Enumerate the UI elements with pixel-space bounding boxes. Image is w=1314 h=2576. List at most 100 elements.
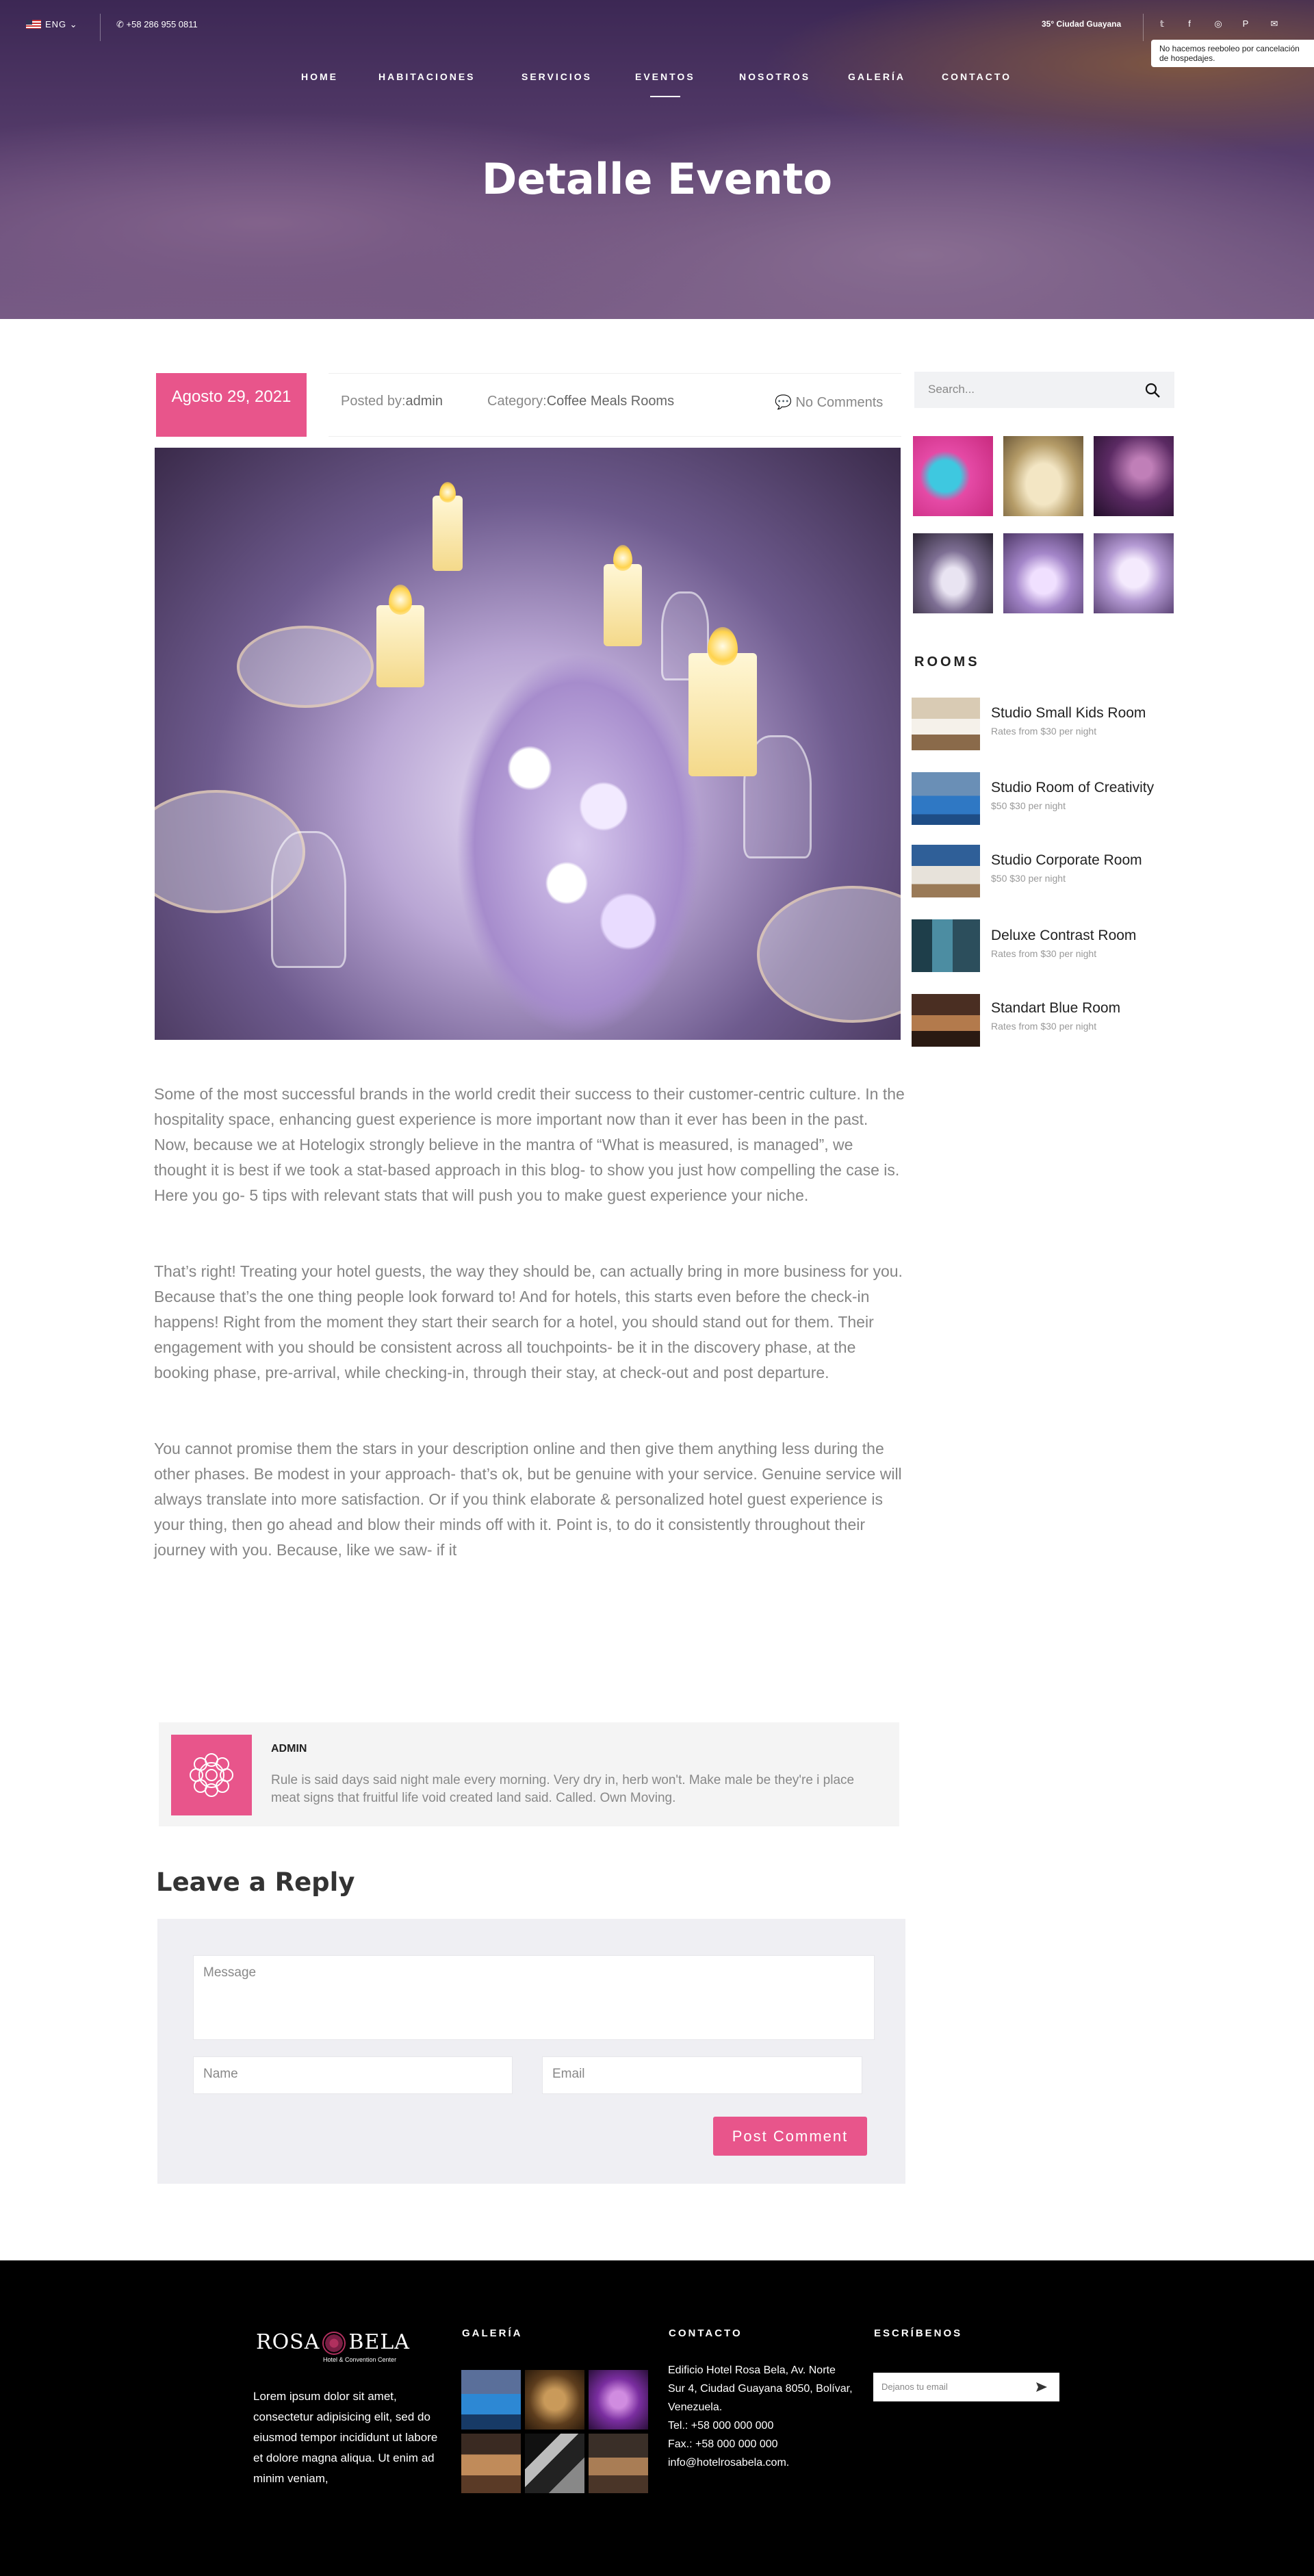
room-thumbnail[interactable] <box>912 772 980 825</box>
candle <box>688 653 757 776</box>
cancellation-notice: No hacemos reeboleo por cancelación de h… <box>1151 40 1314 67</box>
posted-label: Posted by: <box>341 394 406 409</box>
nav-contacto[interactable]: CONTACTO <box>942 71 1012 82</box>
nav-galeria[interactable]: GALERÍA <box>848 71 905 82</box>
footer-gallery-thumbnail[interactable] <box>525 2434 584 2493</box>
room-link[interactable]: Studio Room of Creativity <box>991 780 1154 796</box>
gallery-thumbnail[interactable] <box>1094 436 1174 516</box>
footer-about: Lorem ipsum dolor sit amet, consectetur … <box>253 2390 438 2485</box>
plate <box>237 626 374 708</box>
page-title: Detalle Evento <box>481 154 833 204</box>
email-input[interactable]: Email <box>542 2056 862 2094</box>
comment-icon: 💬 <box>775 395 792 410</box>
post-date-badge: Agosto 29, 2021 <box>156 373 307 437</box>
room-link[interactable]: Studio Corporate Room <box>991 852 1142 869</box>
nav-home[interactable]: HOME <box>301 71 338 82</box>
room-thumbnail[interactable] <box>912 698 980 750</box>
language-selector[interactable]: ENG ⌄ <box>26 19 78 30</box>
plate <box>757 886 901 1023</box>
facebook-icon[interactable]: f <box>1183 18 1196 29</box>
phone-number: +58 286 955 0811 <box>126 19 198 29</box>
category-link[interactable]: Coffee Meals Rooms <box>547 394 674 409</box>
room-price: $50 $30 per night <box>991 873 1066 884</box>
flower-centerpiece <box>456 653 702 1036</box>
phone-link[interactable]: ✆ +58 286 955 0811 <box>116 19 198 30</box>
active-nav-indicator <box>650 96 680 97</box>
candle-flame <box>389 585 412 615</box>
footer-gallery-thumbnail[interactable] <box>461 2370 521 2430</box>
author-name: ADMIN <box>271 1743 307 1755</box>
footer-gallery-thumbnail[interactable] <box>589 2434 648 2493</box>
rooms-heading: ROOMS <box>914 654 980 669</box>
article-paragraph: You cannot promise them the stars in you… <box>154 1440 902 1559</box>
author-bio: Rule is said days said night male every … <box>271 1773 855 1805</box>
footer-fax: Fax.: +58 000 000 000 <box>668 2438 778 2450</box>
gallery-thumbnail[interactable] <box>913 533 993 613</box>
send-icon[interactable] <box>1035 2380 1048 2394</box>
nav-nosotros[interactable]: NOSOTROS <box>739 71 810 82</box>
top-bar: ENG ⌄ ✆ +58 286 955 0811 35° Ciudad Guay… <box>0 0 1314 67</box>
comments-count: No Comments <box>795 395 884 410</box>
avatar <box>171 1735 252 1815</box>
nav-servicios[interactable]: SERVICIOS <box>521 71 592 82</box>
article-paragraph: That’s right! Treating your hotel guests… <box>154 1262 903 1381</box>
hero-banner: ENG ⌄ ✆ +58 286 955 0811 35° Ciudad Guay… <box>0 0 1314 319</box>
logo-text-left: ROSA <box>256 2330 320 2354</box>
divider <box>1143 14 1144 41</box>
room-thumbnail[interactable] <box>912 919 980 972</box>
name-input[interactable]: Name <box>193 2056 513 2094</box>
room-link[interactable]: Deluxe Contrast Room <box>991 928 1136 944</box>
article-paragraph: Some of the most successful brands in th… <box>154 1085 905 1204</box>
message-textarea[interactable]: Message <box>193 1955 875 2040</box>
gallery-thumbnail[interactable] <box>1094 533 1174 613</box>
candle <box>604 564 642 646</box>
footer-email[interactable]: info@hotelrosabela.com. <box>668 2453 853 2472</box>
footer-gallery-thumbnail[interactable] <box>461 2434 521 2493</box>
category-label: Category: <box>487 394 547 409</box>
reply-heading: Leave a Reply <box>156 1867 355 1897</box>
newsletter-email-input[interactable]: Dejanos tu email <box>873 2373 1059 2401</box>
post-comments[interactable]: 💬 No Comments <box>775 394 883 411</box>
room-price: Rates from $30 per night <box>991 1021 1097 1032</box>
gallery-thumbnail[interactable] <box>913 436 993 516</box>
footer-newsletter-heading: ESCRÍBENOS <box>874 2328 963 2339</box>
room-price: $50 $30 per night <box>991 800 1066 811</box>
room-thumbnail[interactable] <box>912 994 980 1047</box>
instagram-icon[interactable]: ◎ <box>1211 18 1225 29</box>
room-thumbnail[interactable] <box>912 845 980 897</box>
search-icon[interactable] <box>1144 382 1161 398</box>
footer-contact-info: Edificio Hotel Rosa Bela, Av. Norte Sur … <box>668 2361 853 2472</box>
mandala-icon <box>190 1753 233 1797</box>
post-category: Category:Coffee Meals Rooms <box>487 394 674 409</box>
footer <box>0 2260 1314 2576</box>
room-link[interactable]: Standart Blue Room <box>991 1000 1120 1017</box>
nav-habitaciones[interactable]: HABITACIONES <box>378 71 476 82</box>
mail-icon[interactable]: ✉ <box>1267 18 1281 29</box>
room-price: Rates from $30 per night <box>991 726 1097 737</box>
gallery-thumbnail[interactable] <box>1003 533 1083 613</box>
search-input[interactable]: Search... <box>914 372 1174 408</box>
author-link[interactable]: admin <box>406 394 443 409</box>
candle <box>376 605 424 687</box>
logo-subtitle: Hotel & Convention Center <box>323 2356 397 2363</box>
gallery-thumbnail[interactable] <box>1003 436 1083 516</box>
twitter-icon[interactable]: 𝕥 <box>1155 18 1169 29</box>
room-link[interactable]: Studio Small Kids Room <box>991 705 1146 722</box>
us-flag-icon <box>26 20 41 29</box>
footer-contact-heading: CONTACTO <box>669 2328 743 2339</box>
room-price: Rates from $30 per night <box>991 948 1097 959</box>
footer-gallery-thumbnail[interactable] <box>525 2370 584 2430</box>
post-comment-button[interactable]: Post Comment <box>713 2117 867 2156</box>
event-photo <box>155 448 901 1040</box>
post-author: Posted by:admin <box>341 394 443 409</box>
candle-flame <box>439 482 456 502</box>
rose-icon <box>322 2332 346 2355</box>
logo-text-right: BELA <box>348 2330 410 2354</box>
pinterest-icon[interactable]: P <box>1239 18 1252 29</box>
footer-gallery-thumbnail[interactable] <box>589 2370 648 2430</box>
phone-icon: ✆ <box>116 19 124 29</box>
candle-flame <box>708 627 738 665</box>
footer-logo[interactable]: ROSA BELA Hotel & Convention Center <box>256 2330 410 2363</box>
nav-eventos[interactable]: EVENTOS <box>635 71 695 82</box>
language-label: ENG <box>45 19 67 29</box>
